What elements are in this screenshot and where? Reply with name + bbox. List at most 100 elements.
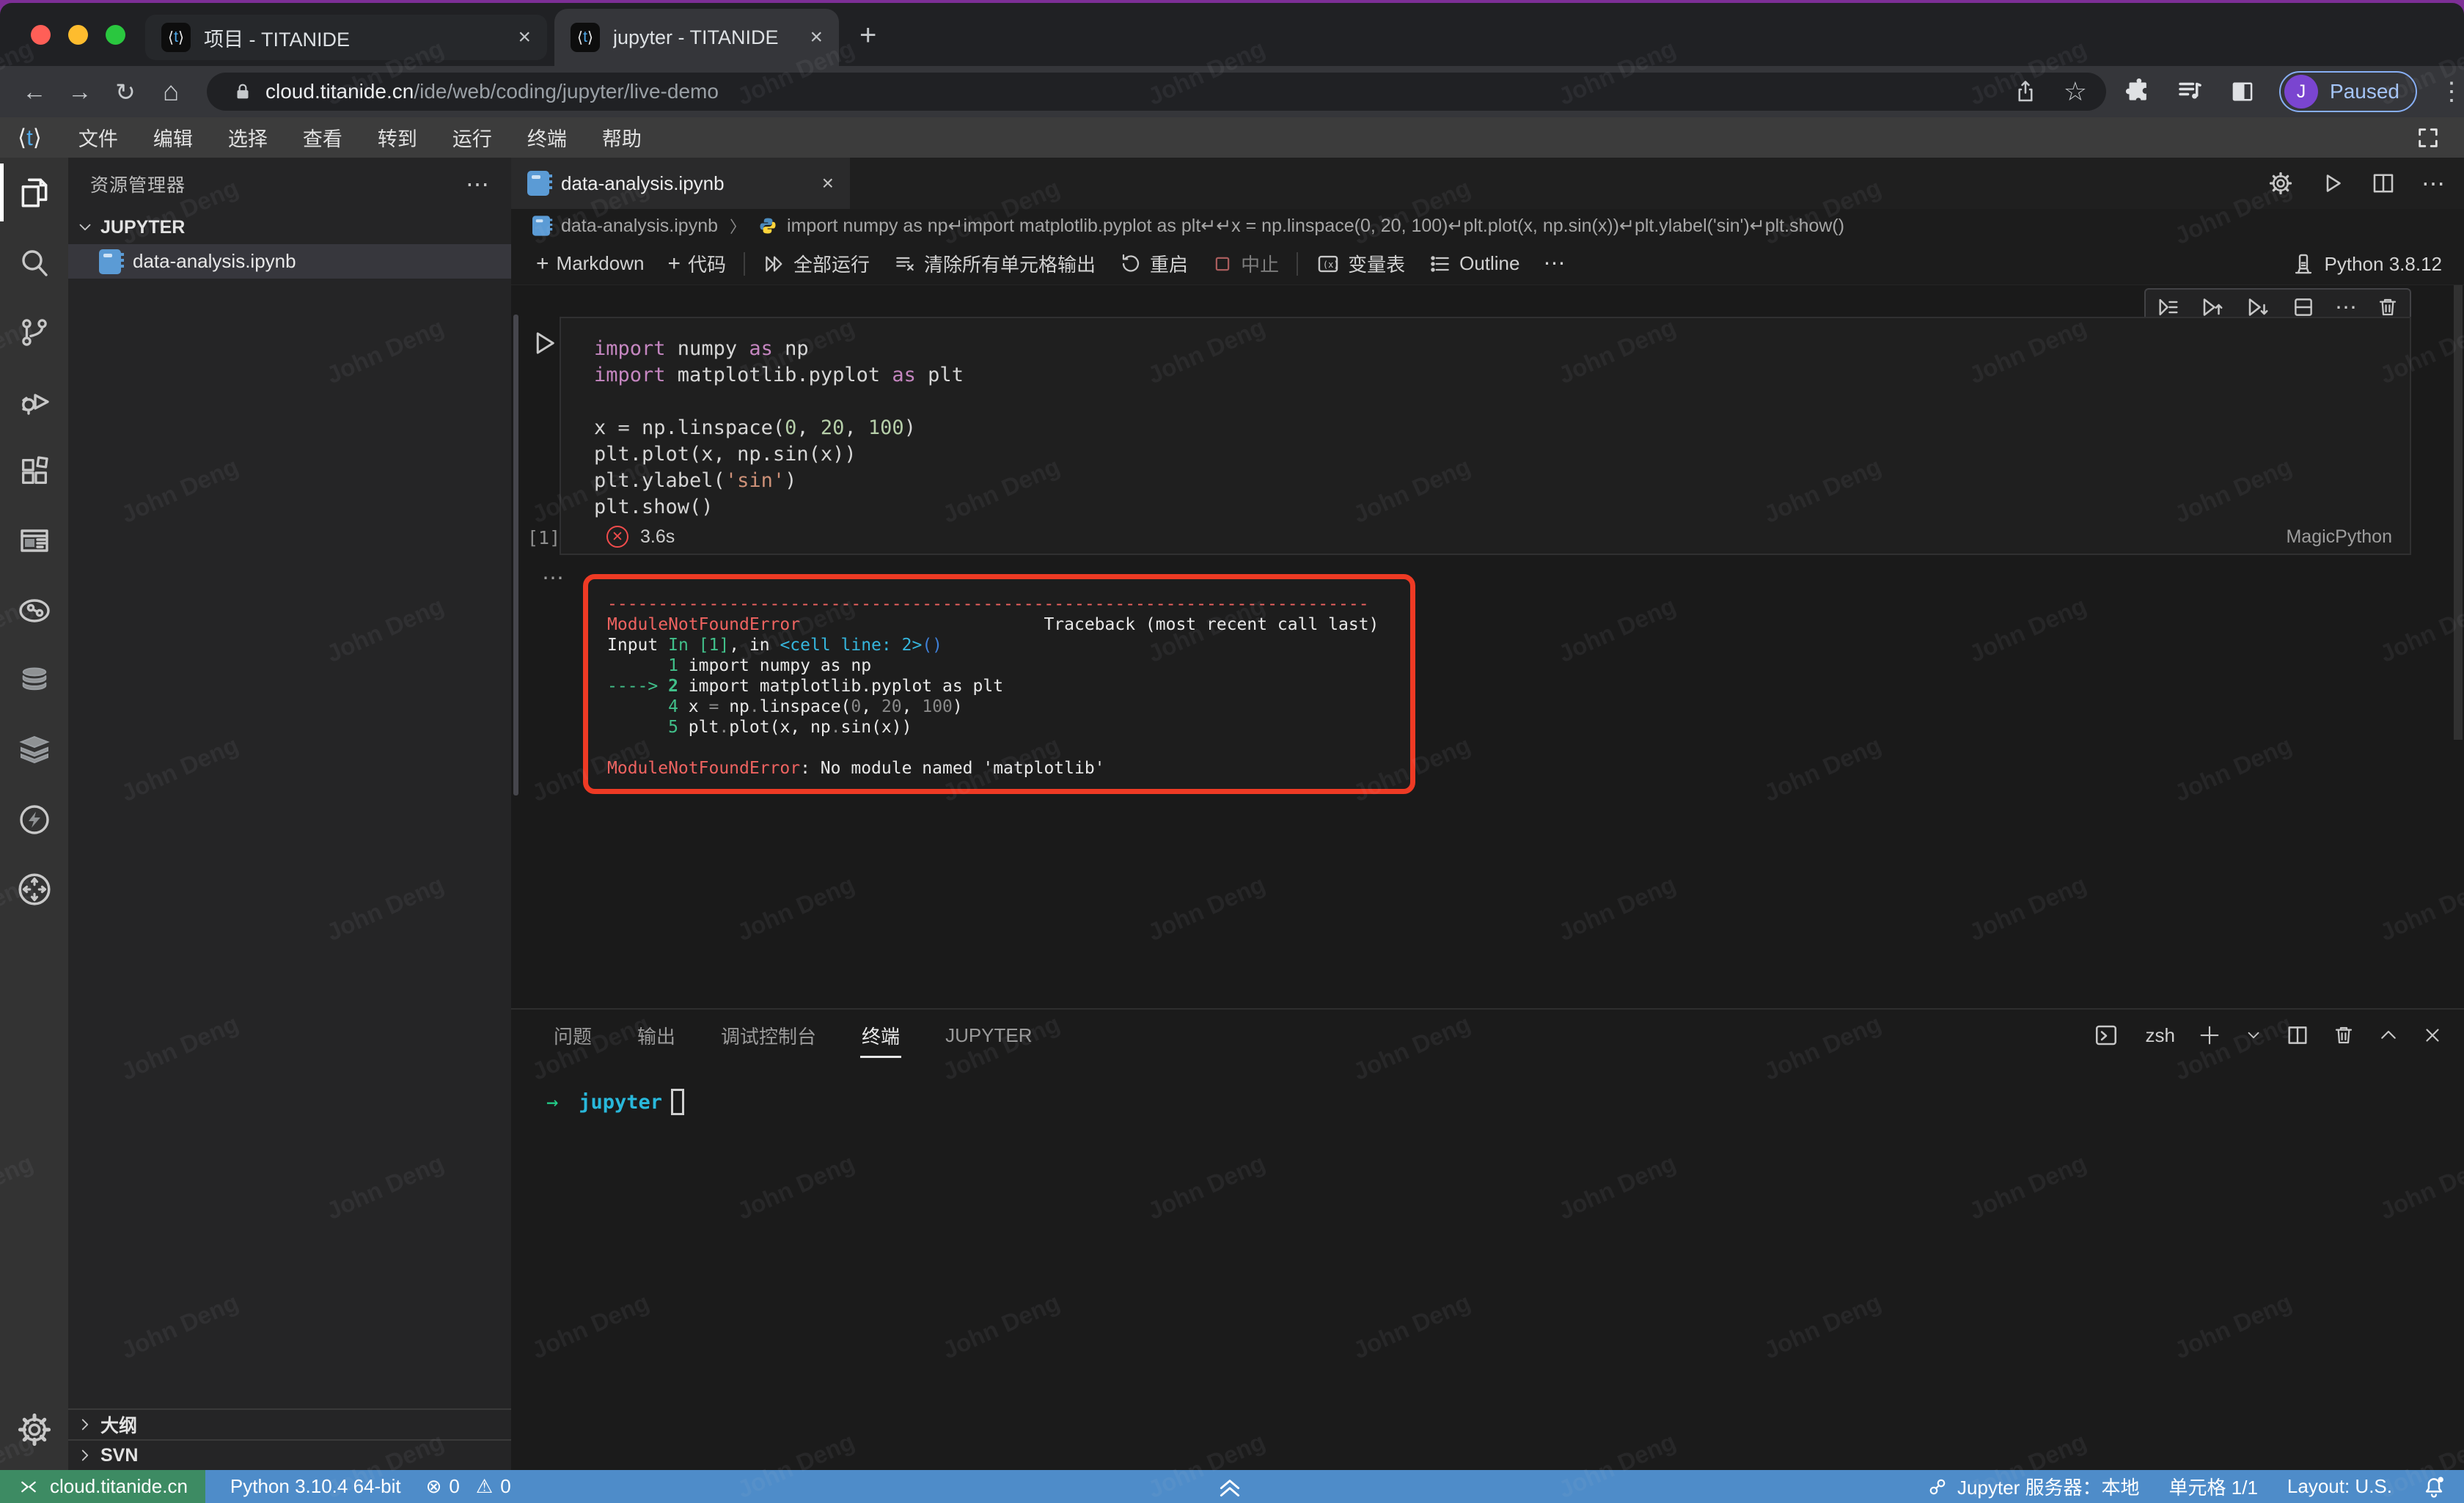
close-panel-icon[interactable] xyxy=(2421,1024,2443,1046)
cell-code[interactable]: import numpy as npimport matplotlib.pypl… xyxy=(594,336,2395,521)
clear-outputs-button[interactable]: 清除所有单元格输出 xyxy=(881,250,1107,277)
toolbar-more-icon[interactable]: ⋯ xyxy=(1531,251,1577,276)
remote-indicator[interactable]: cloud.titanide.cn xyxy=(0,1470,205,1503)
menu-file[interactable]: 文件 xyxy=(61,123,136,152)
problems-status[interactable]: ⊗ 0 ⚠ 0 xyxy=(426,1475,511,1498)
sidebar-section-jupyter[interactable]: JUPYTER xyxy=(68,210,511,244)
variables-button[interactable]: (x) 变量表 xyxy=(1304,250,1417,277)
browser-tab-strip: ⟨t⟩ 项目 - TITANIDE × ⟨t⟩ jupyter - TITANI… xyxy=(0,3,2464,66)
keyboard-layout-status[interactable]: Layout: U.S. xyxy=(2287,1475,2392,1498)
editor-tab-notebook[interactable]: data-analysis.ipynb × xyxy=(511,158,850,209)
python-interpreter-status[interactable]: Python 3.10.4 64-bit xyxy=(230,1475,401,1498)
reload-icon[interactable]: ↻ xyxy=(103,78,148,106)
profile-paused-button[interactable]: J Paused xyxy=(2279,71,2417,112)
source-control-icon[interactable] xyxy=(0,297,68,367)
sidebar-title: 资源管理器 xyxy=(90,171,466,197)
settings-gear-icon[interactable] xyxy=(0,1394,68,1464)
expand-panel-button[interactable] xyxy=(1214,1470,1246,1503)
remote-spread-icon[interactable] xyxy=(0,854,68,924)
layers-icon[interactable] xyxy=(0,715,68,784)
add-markdown-button[interactable]: +Markdown xyxy=(524,251,656,276)
project-manager-icon[interactable] xyxy=(0,576,68,645)
menu-edit[interactable]: 编辑 xyxy=(136,123,210,152)
address-bar[interactable]: cloud.titanide.cn /ide/web/coding/jupyte… xyxy=(207,73,2106,111)
menu-run[interactable]: 运行 xyxy=(435,123,510,152)
run-icon[interactable] xyxy=(2319,170,2345,196)
terminal-dropdown-chevron-icon[interactable] xyxy=(2244,1026,2263,1045)
zoom-window-button[interactable] xyxy=(106,25,125,45)
editor-more-icon[interactable]: ⋯ xyxy=(2421,169,2445,197)
panel-tab-jupyter[interactable]: JUPYTER xyxy=(944,1014,1033,1057)
search-icon[interactable] xyxy=(0,227,68,297)
fullscreen-icon[interactable] xyxy=(2416,125,2441,150)
menu-terminal[interactable]: 终端 xyxy=(510,123,584,152)
interrupt-button[interactable]: 中止 xyxy=(1200,250,1291,277)
side-panel-icon[interactable] xyxy=(2228,77,2257,106)
kill-terminal-trash-icon[interactable] xyxy=(2332,1024,2355,1047)
file-item-notebook[interactable]: data-analysis.ipynb xyxy=(68,244,511,279)
sidebar-more-icon[interactable]: ⋯ xyxy=(466,170,489,198)
thunder-icon[interactable] xyxy=(0,784,68,854)
new-terminal-plus-icon[interactable] xyxy=(2197,1023,2222,1048)
restart-kernel-button[interactable]: 重启 xyxy=(1107,250,1200,277)
outline-button[interactable]: Outline xyxy=(1417,252,1531,276)
add-code-button[interactable]: +代码 xyxy=(656,250,738,277)
media-controls-icon[interactable] xyxy=(2175,76,2206,107)
database-icon[interactable] xyxy=(0,645,68,715)
menu-selection[interactable]: 选择 xyxy=(210,123,285,152)
terminal-prompt-line[interactable]: → jupyter xyxy=(546,1089,684,1115)
forward-icon[interactable]: → xyxy=(57,78,103,106)
panel-tab-problems[interactable]: 问题 xyxy=(552,1012,593,1059)
bookmark-star-icon[interactable]: ☆ xyxy=(2064,76,2087,107)
notebook-settings-gear-icon[interactable] xyxy=(2267,170,2294,196)
execute-by-line-icon[interactable] xyxy=(2156,295,2181,320)
extensions-puzzle-icon[interactable] xyxy=(2124,77,2153,106)
editor-area: data-analysis.ipynb × ⋯ data-analysis.ip… xyxy=(511,158,2464,1008)
menu-view[interactable]: 查看 xyxy=(285,123,360,152)
cell-position-status[interactable]: 单元格 1/1 xyxy=(2169,1473,2258,1500)
split-cell-icon[interactable] xyxy=(2291,295,2316,320)
close-window-button[interactable] xyxy=(31,25,51,45)
back-icon[interactable]: ← xyxy=(12,78,57,106)
code-cell[interactable]: import numpy as npimport matplotlib.pypl… xyxy=(560,317,2411,555)
close-tab-icon[interactable]: × xyxy=(810,25,823,50)
run-all-button[interactable]: 全部运行 xyxy=(751,250,881,277)
run-debug-icon[interactable] xyxy=(0,367,68,436)
notebook-scrollbar[interactable] xyxy=(2454,285,2463,740)
breadcrumb[interactable]: data-analysis.ipynb 〉 import numpy as np… xyxy=(511,209,2464,243)
notifications-bell-icon[interactable] xyxy=(2421,1474,2446,1499)
split-terminal-icon[interactable] xyxy=(2285,1023,2310,1048)
breadcrumb-cell-preview[interactable]: import numpy as np↵import matplotlib.pyp… xyxy=(787,215,1844,237)
panel-tab-output[interactable]: 输出 xyxy=(636,1012,677,1059)
minimize-window-button[interactable] xyxy=(68,25,88,45)
jupyter-server-status[interactable]: Jupyter 服务器：本地 xyxy=(1926,1473,2140,1500)
share-icon[interactable] xyxy=(2012,78,2039,105)
explorer-icon[interactable] xyxy=(0,158,68,227)
delete-cell-trash-icon[interactable] xyxy=(2376,295,2399,319)
menu-goto[interactable]: 转到 xyxy=(360,123,435,152)
menu-help[interactable]: 帮助 xyxy=(584,123,659,152)
output-collapse-icon[interactable]: ⋯ xyxy=(542,565,566,591)
panel-tab-terminal[interactable]: 终端 xyxy=(860,1012,901,1059)
notebook-file-icon xyxy=(527,171,549,196)
panel-tab-debug-console[interactable]: 调试控制台 xyxy=(719,1012,818,1059)
browser-menu-icon[interactable]: ⋮ xyxy=(2439,77,2464,106)
breadcrumb-file[interactable]: data-analysis.ipynb xyxy=(561,216,718,237)
browser-preview-icon[interactable] xyxy=(0,506,68,576)
browser-tab-jupyter[interactable]: ⟨t⟩ jupyter - TITANIDE × xyxy=(554,9,839,66)
close-tab-icon[interactable]: × xyxy=(518,25,531,50)
home-icon[interactable]: ⌂ xyxy=(148,76,194,107)
maximize-panel-chevron-icon[interactable] xyxy=(2377,1024,2399,1046)
sidebar-section-svn[interactable]: SVN xyxy=(68,1439,511,1470)
kernel-picker-button[interactable]: Python 3.8.12 xyxy=(2291,243,2442,285)
split-editor-icon[interactable] xyxy=(2370,170,2397,196)
panel-actions: zsh xyxy=(2093,1010,2443,1061)
new-tab-button[interactable]: + xyxy=(859,19,876,52)
close-editor-icon[interactable]: × xyxy=(822,172,834,195)
extensions-icon[interactable] xyxy=(0,436,68,506)
sidebar-section-outline[interactable]: 大纲 xyxy=(68,1408,511,1439)
window-controls[interactable] xyxy=(31,25,125,45)
browser-tab-project[interactable]: ⟨t⟩ 项目 - TITANIDE × xyxy=(145,15,547,60)
shell-label[interactable]: zsh xyxy=(2146,1024,2175,1047)
cell-language-mode[interactable]: MagicPython xyxy=(2286,526,2392,548)
